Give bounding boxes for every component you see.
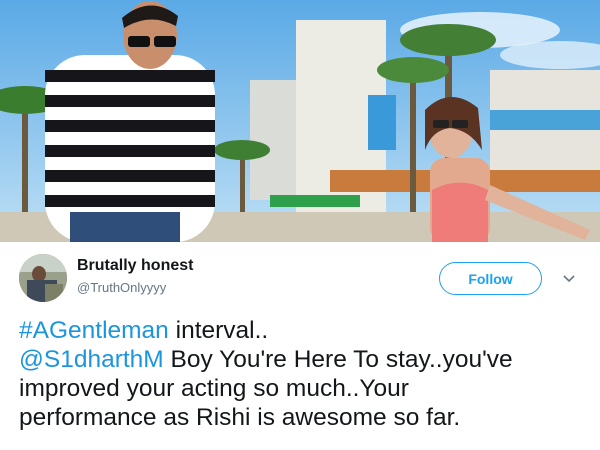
hashtag-link[interactable]: #AGentleman [19,317,169,344]
tweet-text-segment: Boy You're Here To stay..you've [163,346,513,373]
tweet-line-3: improved your acting so much..Your [19,375,409,402]
display-name[interactable]: Brutally honest [77,257,193,275]
tweet-screenshot: Brutally honest @TruthOnlyyyy Follow #AG… [0,0,600,450]
user-avatar[interactable] [19,254,67,302]
chevron-down-icon[interactable] [563,274,575,284]
tweet-text: #AGentleman interval.. @S1dharthM Boy Yo… [19,316,594,432]
user-handle[interactable]: @TruthOnlyyyy [77,280,166,295]
tweet-photo [0,0,600,242]
mention-link[interactable]: @S1dharthM [19,346,164,373]
follow-button[interactable]: Follow [439,262,542,295]
tweet-line-2: @S1dharthM Boy You're Here To stay..you'… [19,345,594,374]
tweet-text-segment: interval.. [168,317,269,344]
tweet-line-4: performance as Rishi is awesome so far. [19,404,461,431]
tweet-line-1: #AGentleman interval.. [19,316,594,345]
